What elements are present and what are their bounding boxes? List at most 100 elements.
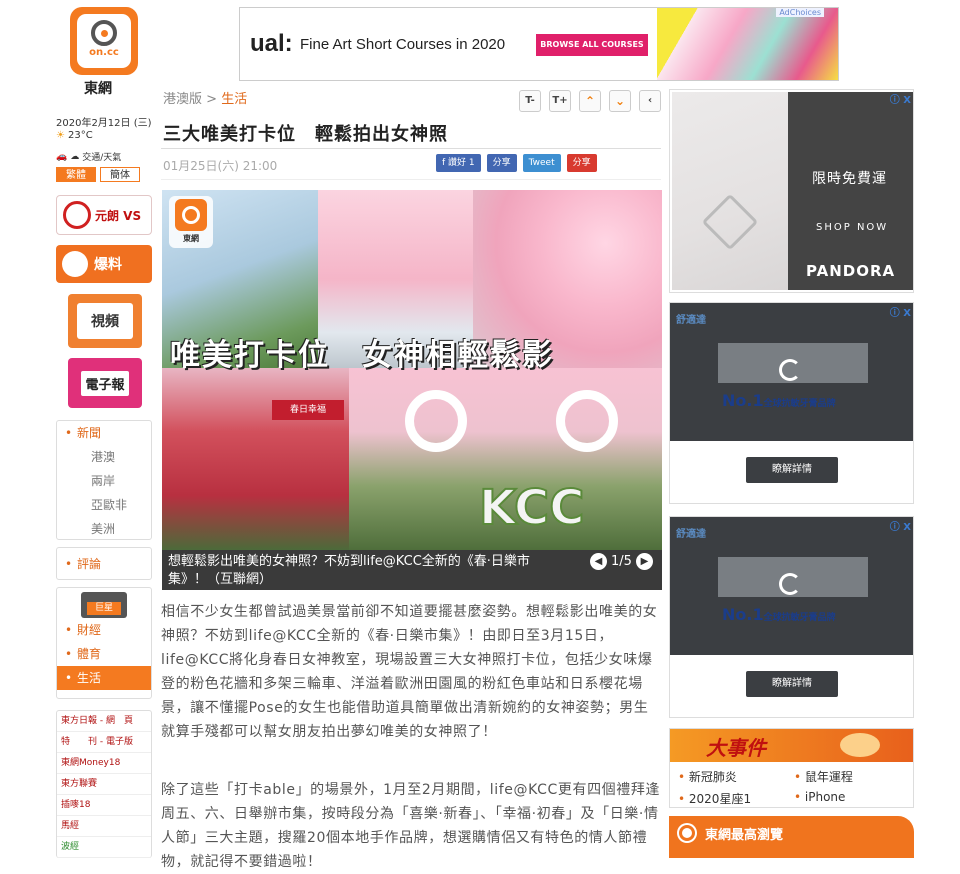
video-promo[interactable]: 視頻: [68, 294, 142, 348]
nav-news[interactable]: 新聞: [57, 421, 151, 445]
jewelry-image: [672, 92, 788, 290]
top-banner-ad[interactable]: ual: Fine Art Short Courses in 2020 BROW…: [239, 7, 839, 81]
most-read-header: 東網最高瀏覽: [669, 816, 914, 858]
news-tip-label: 爆料: [94, 257, 122, 273]
sensodyne-ad[interactable]: 舒適達 No.1全球抗敏牙膏品牌 瞭解詳情 ⓘ X: [669, 302, 914, 504]
nav-cross-strait[interactable]: 兩岸: [57, 469, 151, 493]
weibo-share-button[interactable]: 分享: [566, 154, 597, 172]
photo-booth-tag: 春日幸福: [272, 400, 344, 420]
learn-more-button[interactable]: 瞭解詳情: [746, 671, 838, 697]
oncc-logo[interactable]: on.cc: [70, 7, 138, 75]
epaper-label: 電子報: [81, 370, 129, 396]
big-event-header: 大事件: [670, 729, 913, 762]
photo-ring-prop: [405, 390, 467, 452]
ad-brand: ual:: [250, 30, 293, 57]
sun-cloud-icon: ☀: [56, 130, 65, 141]
big-event-title: 大事件: [706, 736, 766, 760]
pandora-shop-now[interactable]: SHOP NOW: [816, 222, 888, 233]
nav-life[interactable]: 生活: [57, 666, 151, 690]
nav-hk-macau[interactable]: 港澳: [57, 445, 151, 469]
category-nav: 巨星 財經 體育 生活: [56, 587, 152, 699]
logo-inner: on.cc: [77, 14, 131, 68]
big-event-item[interactable]: 新冠肺炎: [678, 768, 737, 785]
ad-close-icon[interactable]: ⓘ X: [890, 304, 911, 319]
link-18[interactable]: 插嘜18: [57, 795, 151, 816]
radio-promo-label: 元朗 VS: [95, 208, 142, 223]
article-paragraph: 相信不少女生都曾試過美景當前卻不知道要擺甚麼姿勢。想輕鬆影出唯美的女神照？不妨到…: [161, 604, 658, 740]
heart-pendant-icon: [701, 193, 759, 251]
traffic-weather-link[interactable]: 🚗 ☁ 交通/天氣: [56, 150, 121, 164]
font-increase-button[interactable]: T+: [549, 90, 571, 112]
pandora-ad-title: 限時免費運: [812, 171, 887, 187]
big-event-item[interactable]: 2020星座1: [678, 790, 751, 807]
epaper-promo[interactable]: 電子報: [68, 358, 142, 408]
nav-asia-europe-africa[interactable]: 亞歐非: [57, 493, 151, 517]
star-label: 巨星: [87, 602, 121, 615]
breadcrumb: 港澳版 > 生活: [163, 88, 247, 107]
nav-finance[interactable]: 財經: [57, 618, 151, 642]
next-photo-icon[interactable]: ▶: [635, 553, 653, 570]
video-label: 視頻: [77, 303, 133, 339]
article-photo[interactable]: KCC 春日幸福 唯美打卡位 女神相輕鬆影 東網: [162, 190, 662, 550]
news-nav: 新聞 港澳 兩岸 亞歐非 美洲: [56, 420, 152, 540]
pandora-brand: PANDORA: [806, 262, 896, 280]
adchoices-icon[interactable]: AdChoices: [776, 8, 824, 17]
radio-dish-icon: [63, 201, 91, 229]
language-switch: 繁體 簡体: [56, 167, 140, 182]
sensodyne-ad[interactable]: 舒適達 No.1全球抗敏牙膏品牌 瞭解詳情 ⓘ X: [669, 516, 914, 718]
temperature: 23°C: [67, 130, 93, 141]
photo-counter: ◀ 1/5 ▶: [590, 553, 653, 570]
photo-index: 1/5: [611, 554, 632, 569]
ad-logo: 舒適達: [676, 529, 706, 540]
radio-promo[interactable]: 元朗 VS: [56, 195, 152, 235]
ad-headline: No.1全球抗敏牙膏品牌: [722, 605, 836, 624]
photo-ring-prop: [556, 390, 618, 452]
article-title: 三大唯美打卡位 輕鬆拍出女神照: [163, 124, 448, 145]
ad-close-icon[interactable]: ⓘ X: [890, 518, 911, 533]
nav-americas[interactable]: 美洲: [57, 517, 151, 541]
ad-browse-button[interactable]: BROWSE ALL COURSES: [536, 34, 648, 56]
facebook-like-button[interactable]: f 讚好 1: [436, 154, 481, 172]
star-film-icon[interactable]: 巨星: [81, 592, 127, 618]
loading-spinner-icon: [779, 573, 801, 595]
font-decrease-button[interactable]: T-: [519, 90, 541, 112]
watermark-logo-icon: [175, 199, 207, 231]
photo-caption: 想輕鬆影出唯美的女神照？不妨到life@KCC全新的《春·日樂市集》！（互聯網）: [162, 550, 662, 590]
photo-watermark: 東網: [169, 196, 213, 248]
breadcrumb-region[interactable]: 港澳版: [163, 92, 202, 107]
pandora-ad[interactable]: 限時免費運 SHOP NOW PANDORA ⓘ X: [669, 89, 914, 293]
watermark-label: 東網: [183, 234, 199, 243]
ad-close-icon[interactable]: ⓘ X: [890, 91, 911, 106]
ad-logo: 舒適達: [676, 315, 706, 326]
back-chevron-icon[interactable]: ‹: [639, 90, 661, 112]
article-paragraph: 除了這些「打卡able」的場景外，1月至2月期間，life@KCC更有四個禮拜逢…: [161, 782, 661, 870]
big-event-box: 大事件 新冠肺炎 鼠年運程 2020星座1 iPhone: [669, 728, 914, 808]
breadcrumb-section[interactable]: 生活: [221, 92, 247, 107]
logo-text: on.cc: [89, 47, 119, 58]
big-event-item[interactable]: iPhone: [794, 790, 846, 804]
article-tools: T- T+ ⌃ ⌄ ‹: [519, 90, 661, 112]
big-event-item[interactable]: 鼠年運程: [794, 768, 853, 785]
link-oriental-daily[interactable]: 東方日報 - 網 頁: [57, 711, 151, 732]
facebook-share-button[interactable]: 分享: [486, 154, 517, 172]
link-league[interactable]: 東方聯賽: [57, 774, 151, 795]
most-read-title: 東網最高瀏覽: [705, 828, 784, 843]
learn-more-button[interactable]: 瞭解詳情: [746, 457, 838, 483]
link-racing[interactable]: 馬經: [57, 816, 151, 837]
publish-time: 01月25日(六) 21:00: [163, 159, 278, 173]
reporter-icon: [62, 251, 88, 277]
next-article-down-icon[interactable]: ⌄: [609, 90, 631, 112]
video-ad-frame: 舒適達 No.1全球抗敏牙膏品牌: [670, 517, 913, 655]
nav-review[interactable]: 評論: [57, 552, 151, 576]
prev-photo-icon[interactable]: ◀: [590, 553, 607, 570]
pandora-ad-panel: 限時免費運 SHOP NOW PANDORA: [788, 92, 913, 290]
link-money18[interactable]: 東網Money18: [57, 753, 151, 774]
link-special-edition[interactable]: 特 刊 - 電子版: [57, 732, 151, 753]
prev-article-up-icon[interactable]: ⌃: [579, 90, 601, 112]
tweet-button[interactable]: Tweet: [522, 154, 561, 172]
link-soccer[interactable]: 波經: [57, 837, 151, 858]
news-tip-promo[interactable]: 爆料: [56, 245, 152, 283]
nav-sports[interactable]: 體育: [57, 642, 151, 666]
lang-simplified-button[interactable]: 簡体: [100, 167, 140, 182]
lang-traditional-button[interactable]: 繁體: [56, 167, 96, 182]
